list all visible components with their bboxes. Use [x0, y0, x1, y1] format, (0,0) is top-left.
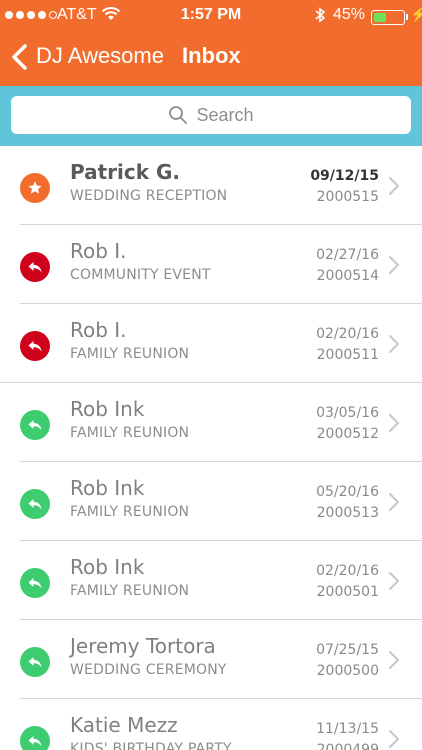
- reply-green-icon: [20, 489, 50, 519]
- reply-green-icon: [20, 410, 50, 440]
- event-date: 11/13/15: [316, 721, 379, 737]
- event-type: FAMILY REUNION: [70, 425, 190, 441]
- reply-green-icon: [20, 568, 50, 598]
- contact-name: Rob I.: [70, 318, 127, 342]
- event-type: COMMUNITY EVENT: [70, 267, 211, 283]
- list-item[interactable]: Rob Ink FAMILY REUNION 03/05/16 2000512: [0, 383, 422, 462]
- contact-name: Jeremy Tortora: [70, 634, 216, 658]
- battery-percent: 45%: [333, 6, 366, 23]
- event-number: 2000514: [316, 268, 379, 284]
- event-date: 03/05/16: [316, 405, 379, 421]
- event-number: 2000501: [316, 584, 379, 600]
- search-icon: [169, 106, 188, 124]
- chevron-right-icon: [389, 493, 399, 511]
- chevron-right-icon: [389, 572, 399, 590]
- charging-icon: ⚡: [410, 6, 422, 22]
- event-type: KIDS' BIRTHDAY PARTY: [70, 741, 232, 750]
- event-date: 02/20/16: [316, 563, 379, 579]
- reply-green-icon: [20, 726, 50, 750]
- back-button[interactable]: DJ Awesome: [36, 43, 164, 69]
- chevron-right-icon: [389, 730, 399, 748]
- list-item[interactable]: Jeremy Tortora WEDDING CEREMONY 07/25/15 20…: [0, 620, 422, 699]
- chevron-right-icon: [389, 414, 399, 432]
- contact-name: Rob Ink: [70, 476, 145, 500]
- inbox-list: Patrick G. WEDDING RECEPTION 09/12/15 20005…: [0, 146, 422, 750]
- event-date: 05/20/16: [316, 484, 379, 500]
- event-number: 2000511: [316, 347, 379, 363]
- list-item[interactable]: Rob Ink FAMILY REUNION 02/20/16 2000501: [0, 541, 422, 620]
- event-type: FAMILY REUNION: [70, 583, 190, 599]
- list-item[interactable]: Rob I. FAMILY REUNION 02/20/16 2000511: [0, 304, 422, 383]
- chevron-right-icon: [389, 256, 399, 274]
- chevron-right-icon: [389, 651, 399, 669]
- event-type: WEDDING RECEPTION: [70, 188, 228, 204]
- event-number: 2000512: [316, 426, 379, 442]
- event-type: WEDDING CEREMONY: [70, 662, 227, 678]
- search-input[interactable]: Search: [11, 96, 411, 134]
- bluetooth-icon: [314, 6, 326, 29]
- chevron-right-icon: [389, 335, 399, 353]
- event-number: 2000513: [316, 505, 379, 521]
- list-item[interactable]: Patrick G. WEDDING RECEPTION 09/12/15 20005…: [0, 146, 422, 225]
- search-bar: Search: [0, 86, 422, 146]
- reply-green-icon: [20, 647, 50, 677]
- event-date: 02/20/16: [316, 326, 379, 342]
- event-number: 2000515: [316, 189, 379, 205]
- event-number: 2000499: [316, 742, 379, 750]
- contact-name: Rob Ink: [70, 555, 145, 579]
- event-type: FAMILY REUNION: [70, 504, 190, 520]
- contact-name: Rob Ink: [70, 397, 145, 421]
- status-bar: AT&T 1:57 PM 45% ⚡: [0, 0, 422, 30]
- reply-red-icon: [20, 252, 50, 282]
- event-date: 07/25/15: [316, 642, 379, 658]
- contact-name: Patrick G.: [70, 160, 181, 184]
- list-item[interactable]: Katie Mezz KIDS' BIRTHDAY PARTY 11/13/15 20…: [0, 699, 422, 750]
- list-item[interactable]: Rob Ink FAMILY REUNION 05/20/16 2000513: [0, 462, 422, 541]
- list-item[interactable]: Rob I. COMMUNITY EVENT 02/27/16 2000514: [0, 225, 422, 304]
- event-date: 02/27/16: [316, 247, 379, 263]
- event-type: FAMILY REUNION: [70, 346, 190, 362]
- star-icon: [20, 173, 50, 203]
- chevron-right-icon: [389, 177, 399, 195]
- contact-name: Katie Mezz: [70, 713, 178, 737]
- contact-name: Rob I.: [70, 239, 127, 263]
- battery-tip: [406, 14, 408, 20]
- reply-red-icon: [20, 331, 50, 361]
- page-title: Inbox: [182, 43, 241, 68]
- header: AT&T 1:57 PM 45% ⚡ DJ Awesome Inbox: [0, 0, 422, 86]
- search-placeholder: Search: [196, 104, 254, 125]
- event-date: 09/12/15: [310, 168, 379, 184]
- back-chevron-icon[interactable]: [10, 43, 28, 71]
- navigation-bar: DJ Awesome Inbox: [0, 30, 422, 86]
- event-number: 2000500: [316, 663, 379, 679]
- battery-icon: [371, 10, 405, 25]
